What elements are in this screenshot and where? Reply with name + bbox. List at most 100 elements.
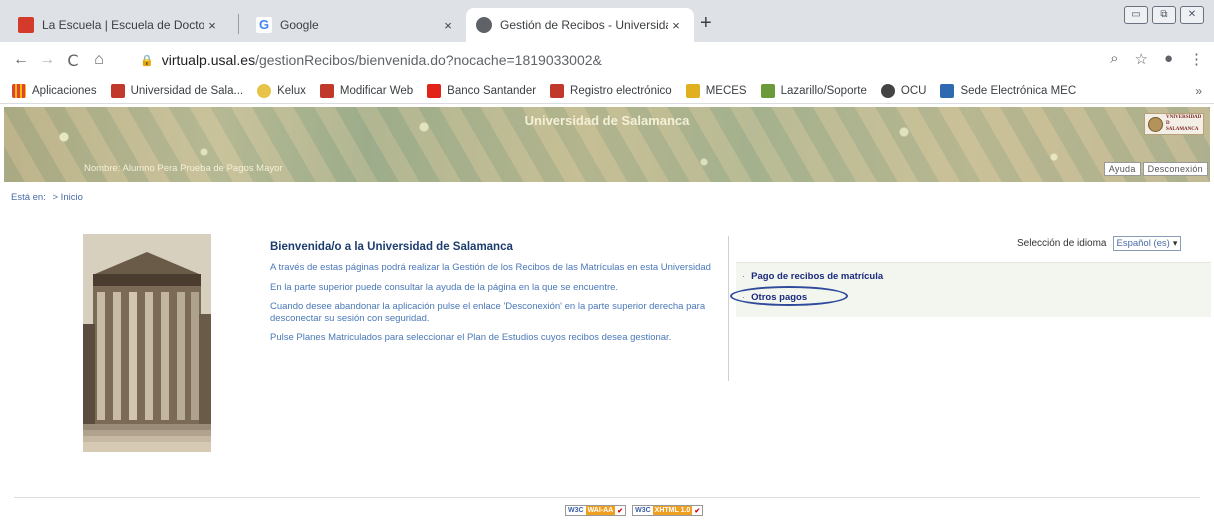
highlight-oval [730,286,848,306]
bookmark-label: Lazarillo/Soporte [780,84,867,97]
close-icon[interactable]: × [204,18,220,33]
bookmark-label: MECES [705,84,747,97]
logout-link[interactable]: Desconexión [1142,162,1208,176]
browser-tab-bar: La Escuela | Escuela de Doctorado × G Go… [0,0,1214,42]
breadcrumb-prefix: Está en: [11,192,46,203]
menu-item-pago-recibos[interactable]: · Pago de recibos de matrícula [742,271,883,282]
close-icon[interactable]: × [440,18,456,33]
back-icon[interactable]: ← [8,51,34,69]
usal-favicon-icon [18,17,34,33]
lazarillo-icon [760,83,775,98]
banner-links: Ayuda Desconexión [1102,162,1208,176]
forward-icon[interactable]: → [34,51,60,69]
tab-title: La Escuela | Escuela de Doctorado [42,18,204,32]
tab-gestion-recibos[interactable]: Gestión de Recibos - Universidad × [466,8,694,42]
bookmark-modificar-web[interactable]: Modificar Web [319,83,413,98]
breadcrumb-current[interactable]: > Inicio [53,192,83,203]
lock-icon: 🔒 [140,54,154,67]
globe-favicon-icon [476,17,492,33]
address-path: /gestionRecibos/bienvenida.do?nocache=18… [255,52,602,68]
bookmark-label: Aplicaciones [32,84,97,97]
bullet-icon: · [742,271,746,282]
close-icon[interactable]: × [668,18,684,33]
bookmarks-bar: Aplicaciones Universidad de Sala... Kelu… [0,78,1214,104]
window-close-icon[interactable]: ✕ [1180,6,1204,24]
bookmark-label: Kelux [277,84,306,97]
bookmark-meces[interactable]: MECES [685,83,747,98]
help-link[interactable]: Ayuda [1103,162,1141,176]
welcome-heading: Bienvenida/o a la Universidad de Salaman… [270,241,513,253]
language-select[interactable]: Español (es) ▾ [1112,236,1182,251]
check-icon: ✔ [694,507,701,515]
chevron-down-icon: ▾ [1172,238,1178,248]
address-host: virtualp.usal.es [161,52,256,68]
bookmark-lazarillo[interactable]: Lazarillo/Soporte [760,83,867,98]
badge-w3c: W3C [635,507,651,514]
usal-icon [110,83,125,98]
usal-logo[interactable]: VNIVERSIDAD D SALAMANCA [1144,113,1204,135]
breadcrumb: Está en: > Inicio [11,192,83,203]
zoom-icon[interactable]: ⌕ [1110,50,1118,68]
address-bar[interactable]: 🔒 virtualp.usal.es/gestionRecibos/bienve… [140,47,1080,73]
google-favicon-icon: G [256,17,272,33]
check-icon: ✔ [617,507,624,515]
w3c-wai-badge[interactable]: W3C WAI-AA ✔ [565,505,627,516]
bookmark-label: Banco Santander [447,84,537,97]
university-building-photo [83,234,211,452]
apps-grid-icon [12,83,26,98]
bookmark-registro[interactable]: Registro electrónico [550,83,672,98]
footer-badges: W3C WAI-AA ✔ W3C XHTML 1.0 ✔ [565,505,704,516]
menu-icon[interactable]: ⋮ [1189,50,1204,68]
tab-escuela[interactable]: La Escuela | Escuela de Doctorado × [8,8,230,42]
w3c-xhtml-badge[interactable]: W3C XHTML 1.0 ✔ [632,505,704,516]
welcome-section: Bienvenida/o a la Universidad de Salaman… [270,241,728,352]
home-icon[interactable]: ⌂ [86,51,112,69]
window-controls: ▭ ⧉ ✕ [1124,6,1204,24]
bookmark-apps[interactable]: Aplicaciones [12,83,97,98]
user-name-label: Nombre: Alumno Pera Prueba de Pagos Mayo… [84,163,283,174]
tab-title: Google [280,18,319,32]
bookmark-usal[interactable]: Universidad de Sala... [110,83,244,98]
more-bookmarks-icon[interactable]: » [1195,84,1202,98]
star-icon[interactable]: ☆ [1134,50,1147,68]
welcome-paragraph: Pulse Planes Matriculados para seleccion… [270,332,672,343]
usal-icon [550,83,565,98]
mec-icon [940,83,955,98]
bookmark-label: OCU [900,84,927,97]
reload-icon[interactable]: C [60,51,86,70]
bookmark-santander[interactable]: Banco Santander [427,83,537,98]
tab-separator [238,14,239,34]
language-selected-value: Español (es) [1116,238,1170,249]
bookmark-label: Registro electrónico [570,84,672,97]
building-image [83,234,211,452]
usal-icon [319,83,334,98]
welcome-paragraph: Cuando desee abandonar la aplicación pul… [270,301,706,324]
banner-title: Universidad de Salamanca [524,113,690,128]
bookmark-kelux[interactable]: Kelux [257,83,306,98]
santander-icon [427,83,442,98]
bookmark-label: Sede Electrónica MEC [960,84,1077,97]
usal-seal-icon [1148,116,1163,132]
bookmark-ocu[interactable]: OCU [880,83,927,98]
usal-header-banner: Universidad de Salamanca Nombre: Alumno … [4,107,1210,182]
bookmark-label: Universidad de Sala... [130,84,244,97]
footer-divider [14,497,1200,498]
language-label: Selección de idioma [1017,238,1107,249]
minimize-icon[interactable]: ▭ [1124,6,1148,24]
kelux-icon [257,83,272,98]
browser-toolbar: ← → C ⌂ 🔒 virtualp.usal.es/gestionRecibo… [0,42,1214,78]
welcome-paragraph: A través de estas páginas podrá realizar… [270,262,711,273]
badge-level: XHTML 1.0 [652,506,693,515]
tab-google[interactable]: G Google × [246,8,466,42]
logo-text: VNIVERSIDAD D SALAMANCA [1166,115,1203,133]
meces-icon [685,83,700,98]
new-tab-icon[interactable]: + [700,12,712,35]
badge-level: WAI-AA [585,506,616,515]
restore-icon[interactable]: ⧉ [1152,6,1176,24]
logo-line: VNIVERSIDAD [1166,115,1202,120]
vertical-divider [728,236,729,381]
bookmark-sede-mec[interactable]: Sede Electrónica MEC [940,83,1077,98]
language-selector: Selección de idioma Español (es) ▾ [1017,236,1182,251]
profile-icon[interactable]: ● [1164,50,1173,68]
logo-line: D SALAMANCA [1166,121,1199,132]
